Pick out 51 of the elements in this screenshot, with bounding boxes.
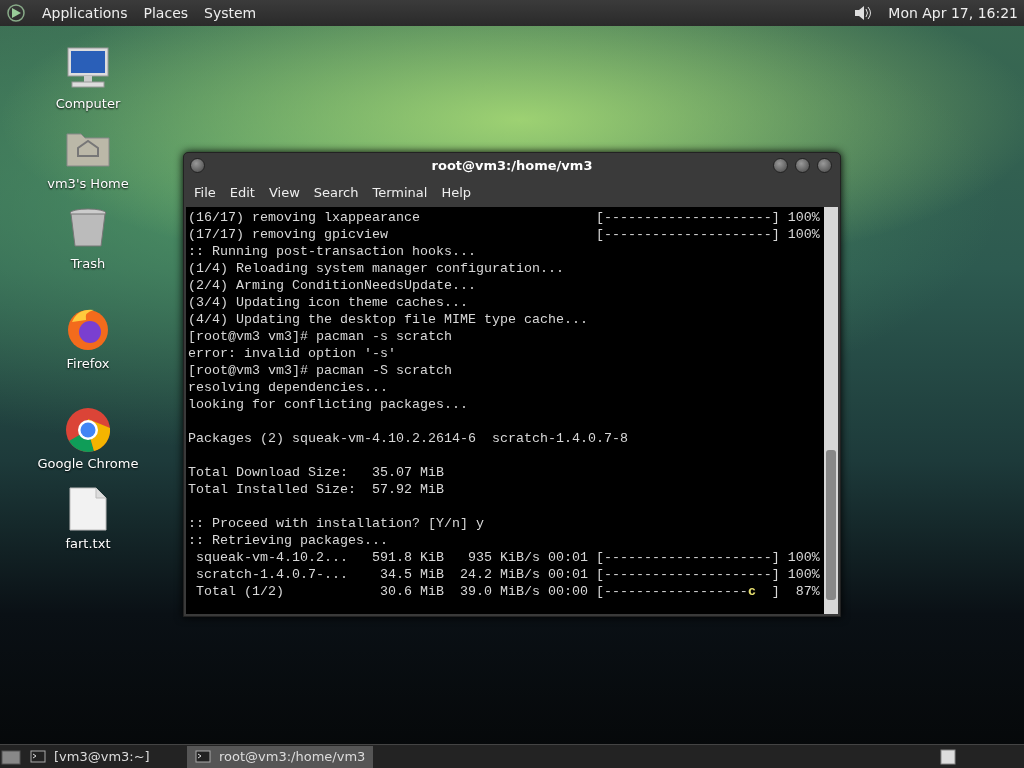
menu-item[interactable]: Terminal — [366, 181, 434, 205]
terminal-line: (2/4) Arming ConditionNeedsUpdate... — [188, 276, 477, 294]
terminal-line: Total Download Size: 35.07 MiB — [188, 463, 445, 481]
chrome-icon[interactable] — [64, 406, 112, 454]
terminal-line: squeak-vm-4.10.2... 591.8 KiB 935 KiB/s 00:01 [---------------------] 100% — [195, 548, 821, 566]
minimize-button[interactable] — [773, 158, 788, 173]
terminal-line: looking for conflicting packages... — [188, 395, 469, 413]
terminal-icon — [195, 748, 211, 765]
menu-item[interactable]: Help — [435, 181, 478, 205]
maximize-button[interactable] — [795, 158, 810, 173]
workspace-icon[interactable] — [940, 748, 956, 765]
terminal-line: Packages (2) squeak-vm-4.10.2.2614-6 scratch-1.4.0.7-8 — [188, 429, 629, 447]
terminal-line: :: Proceed with installation? [Y/n] y — [188, 514, 485, 532]
terminal-line: :: Running post-transaction hooks... — [188, 242, 477, 260]
terminal-line: (16/17) removing lxappearance [---------------------] 100% — [188, 208, 821, 226]
icon-label[interactable]: vm3's Home — [47, 174, 129, 194]
icon-label[interactable]: fart.txt — [65, 534, 111, 554]
terminal-line: :: Retrieving packages... — [188, 531, 389, 549]
terminal-line: (1/4) Reloading system manager configuration... — [188, 259, 565, 277]
terminal-line: error: invalid option '-s' — [188, 344, 397, 362]
panel-menu[interactable]: System — [204, 2, 257, 24]
scrollbar[interactable] — [824, 206, 838, 614]
terminal-line: (17/17) removing gpicview [---------------------] 100% — [188, 225, 821, 243]
terminal-line: resolving dependencies... — [188, 378, 389, 396]
menu-item[interactable]: Search — [307, 181, 365, 205]
window-title: root@vm3:/home/vm3 — [431, 157, 593, 176]
icon-label[interactable]: Firefox — [66, 354, 110, 374]
terminal-line: (3/4) Updating icon theme caches... — [188, 293, 469, 311]
close-button[interactable] — [817, 158, 832, 173]
terminal-line: [root@vm3 vm3]# pacman -S scratch — [188, 361, 453, 379]
speaker-icon[interactable] — [852, 3, 873, 23]
taskbar-button[interactable]: [vm3@vm3:~] — [22, 745, 187, 768]
icon-label[interactable]: Computer — [55, 94, 121, 114]
menu-item[interactable]: File — [188, 181, 222, 205]
panel-menu[interactable]: Places — [143, 2, 189, 24]
menu-item[interactable]: View — [262, 181, 306, 205]
icon-label[interactable]: Google Chrome — [37, 454, 139, 474]
panel-menu[interactable]: Applications — [42, 2, 128, 24]
window-menu-button[interactable] — [190, 158, 205, 173]
logo-icon[interactable] — [6, 3, 26, 23]
terminal-line: Total (1/2) 30.6 MiB 39.0 MiB/s 00:00 [------------------c ] 87% — [195, 582, 821, 600]
scrollbar-thumb[interactable] — [826, 450, 836, 600]
terminal-line: [root@vm3 vm3]# pacman -s scratch — [188, 327, 453, 345]
menu-item[interactable]: Edit — [223, 181, 261, 205]
terminal-line: Total Installed Size: 57.92 MiB — [188, 480, 445, 498]
taskbar-button[interactable]: root@vm3:/home/vm3 — [187, 745, 374, 768]
clock[interactable]: Mon Apr 17, 16:21 — [888, 2, 1018, 24]
terminal-line: (4/4) Updating the desktop file MIME type cache... — [188, 310, 589, 328]
terminal-icon — [30, 748, 46, 765]
terminal-line: scratch-1.4.0.7-... 34.5 MiB 24.2 MiB/s 00:01 [---------------------] 100% — [195, 565, 821, 583]
icon-label[interactable]: Trash — [70, 254, 106, 274]
